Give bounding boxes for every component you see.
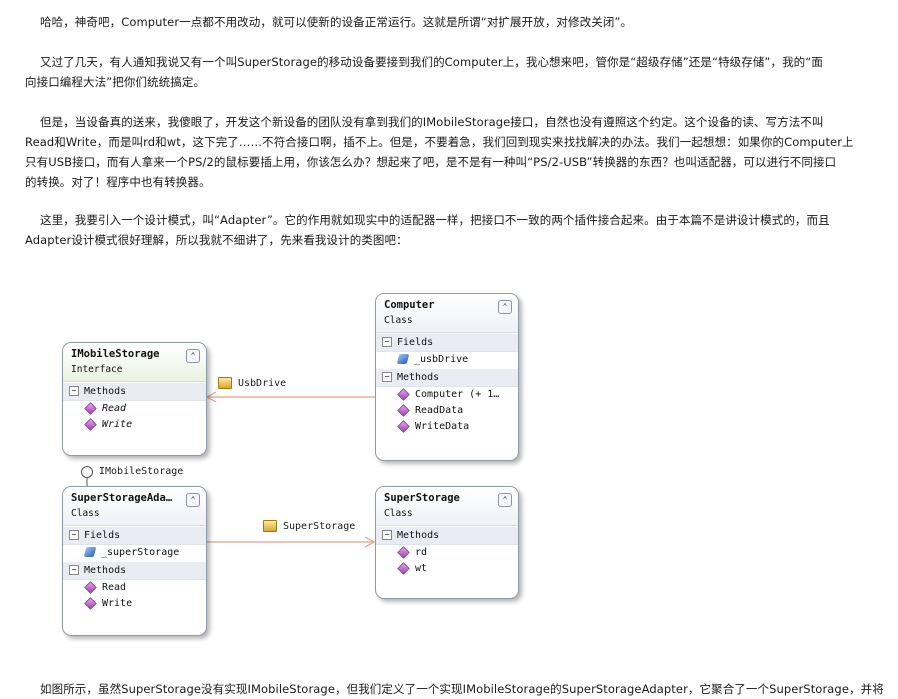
computer-class-box[interactable]: Computer Class ⌃ − Fields _usbDrive − Meth… bbox=[375, 293, 519, 461]
method-item: wt bbox=[376, 561, 518, 577]
methods-section-header[interactable]: − Methods bbox=[63, 561, 206, 580]
superstorage-name: SuperStorage bbox=[384, 492, 460, 504]
superstorageadapter-header: SuperStorageAda… Class ⌃ bbox=[63, 487, 206, 526]
method-item: Computer (+ 1… bbox=[376, 387, 518, 403]
fields-section-header[interactable]: − Fields bbox=[63, 526, 206, 545]
method-item: Write bbox=[63, 417, 206, 433]
paragraph-5-line-1: 如图所示，虽然SuperStorage没有实现IMobileStorage，但我… bbox=[40, 682, 884, 696]
superstorage-class-box[interactable]: SuperStorage Class ⌃ − Methods rd wt bbox=[375, 486, 519, 599]
minus-icon[interactable]: − bbox=[382, 530, 392, 540]
computer-name: Computer bbox=[384, 299, 435, 311]
paragraph-3-line-2: Read和Write，而是叫rd和wt，这下完了……不符合接口啊，插不上。但是，… bbox=[25, 135, 854, 149]
method-item: Read bbox=[63, 580, 206, 596]
superstorageadapter-stereotype: Class bbox=[71, 508, 100, 519]
superstorage-association-arrow bbox=[364, 536, 376, 548]
methods-section-header[interactable]: − Methods bbox=[63, 382, 206, 401]
method-icon bbox=[84, 417, 97, 431]
paragraph-1: 哈哈，神奇吧，Computer一点都不用改动，就可以使新的设备正常运行。这就是所… bbox=[25, 12, 870, 32]
paragraph-3-line-3: 只有USB接口，而有人拿来一个PS/2的鼠标要插上用，你该怎么办？想起来了吧，是… bbox=[25, 155, 837, 169]
method-icon bbox=[84, 596, 97, 610]
paragraph-4-line-1: 这里，我要引入一个设计模式，叫“Adapter”。它的作用就如现实中的适配器一样… bbox=[40, 213, 830, 227]
method-item: rd bbox=[376, 545, 518, 561]
paragraph-3-line-1: 但是，当设备真的送来，我傻眼了，开发这个新设备的团队没有拿到我们的IMobile… bbox=[40, 115, 824, 129]
method-item: ReadData bbox=[376, 403, 518, 419]
minus-icon[interactable]: − bbox=[69, 565, 79, 575]
method-icon bbox=[397, 387, 410, 401]
method-icon bbox=[397, 545, 410, 559]
paragraph-1-line-1: 哈哈，神奇吧，Computer一点都不用改动，就可以使新的设备正常运行。这就是所… bbox=[40, 15, 633, 29]
collapse-chevron-icon[interactable]: ⌃ bbox=[186, 493, 200, 507]
computer-stereotype: Class bbox=[384, 315, 413, 326]
paragraph-5: 如图所示，虽然SuperStorage没有实现IMobileStorage，但我… bbox=[25, 679, 884, 699]
field-item: _superStorage bbox=[63, 545, 206, 561]
lollipop-circle bbox=[81, 466, 93, 478]
property-icon bbox=[263, 520, 277, 532]
usbdrive-association-arrow bbox=[205, 391, 217, 403]
superstorage-header: SuperStorage Class ⌃ bbox=[376, 487, 518, 526]
minus-icon[interactable]: − bbox=[69, 530, 79, 540]
paragraph-3-line-4: 的转换。对了！程序中也有转换器。 bbox=[25, 175, 211, 189]
usbdrive-association-label: UsbDrive bbox=[218, 377, 286, 389]
methods-section-header[interactable]: − Methods bbox=[376, 368, 518, 387]
method-item: WriteData bbox=[376, 419, 518, 435]
fields-section-header[interactable]: − Fields bbox=[376, 333, 518, 352]
method-icon bbox=[84, 401, 97, 415]
paragraph-3: 但是，当设备真的送来，我傻眼了，开发这个新设备的团队没有拿到我们的IMobile… bbox=[25, 112, 870, 192]
minus-icon[interactable]: − bbox=[382, 372, 392, 382]
collapse-chevron-icon[interactable]: ⌃ bbox=[498, 300, 512, 314]
field-icon bbox=[396, 354, 410, 364]
method-icon bbox=[84, 580, 97, 594]
method-icon bbox=[397, 561, 410, 575]
imobilestorage-stereotype: Interface bbox=[71, 364, 123, 375]
minus-icon[interactable]: − bbox=[69, 386, 79, 396]
superstorageadapter-name: SuperStorageAda… bbox=[71, 492, 173, 504]
collapse-chevron-icon[interactable]: ⌃ bbox=[186, 349, 200, 363]
paragraph-2-line-1: 又过了几天，有人通知我说又有一个叫SuperStorage的移动设备要接到我们的… bbox=[40, 55, 823, 69]
imobilestorage-name: IMobileStorage bbox=[71, 348, 160, 360]
paragraph-4: 这里，我要引入一个设计模式，叫“Adapter”。它的作用就如现实中的适配器一样… bbox=[25, 210, 870, 250]
minus-icon[interactable]: − bbox=[382, 337, 392, 347]
methods-section-header[interactable]: − Methods bbox=[376, 526, 518, 545]
lollipop-interface-label: IMobileStorage bbox=[99, 466, 184, 477]
superstorage-stereotype: Class bbox=[384, 508, 413, 519]
collapse-chevron-icon[interactable]: ⌃ bbox=[498, 493, 512, 507]
paragraph-2-line-2: 向接口编程大法”把你们统统搞定。 bbox=[25, 75, 206, 89]
field-item: _usbDrive bbox=[376, 352, 518, 368]
method-item: Read bbox=[63, 401, 206, 417]
imobilestorage-header: IMobileStorage Interface ⌃ bbox=[63, 343, 206, 382]
superstorage-association-label: SuperStorage bbox=[263, 520, 355, 532]
paragraph-4-line-2: Adapter设计模式很好理解，所以我就不细讲了，先来看我设计的类图吧： bbox=[25, 233, 408, 247]
method-icon bbox=[397, 419, 410, 433]
paragraph-2: 又过了几天，有人通知我说又有一个叫SuperStorage的移动设备要接到我们的… bbox=[25, 52, 870, 92]
method-icon bbox=[397, 403, 410, 417]
computer-header: Computer Class ⌃ bbox=[376, 294, 518, 333]
imobilestorage-interface-box[interactable]: IMobileStorage Interface ⌃ − Methods Read… bbox=[62, 342, 207, 456]
superstorageadapter-class-box[interactable]: SuperStorageAda… Class ⌃ − Fields _superS… bbox=[62, 486, 207, 636]
method-item: Write bbox=[63, 596, 206, 612]
field-icon bbox=[83, 547, 97, 557]
property-icon bbox=[218, 377, 232, 389]
